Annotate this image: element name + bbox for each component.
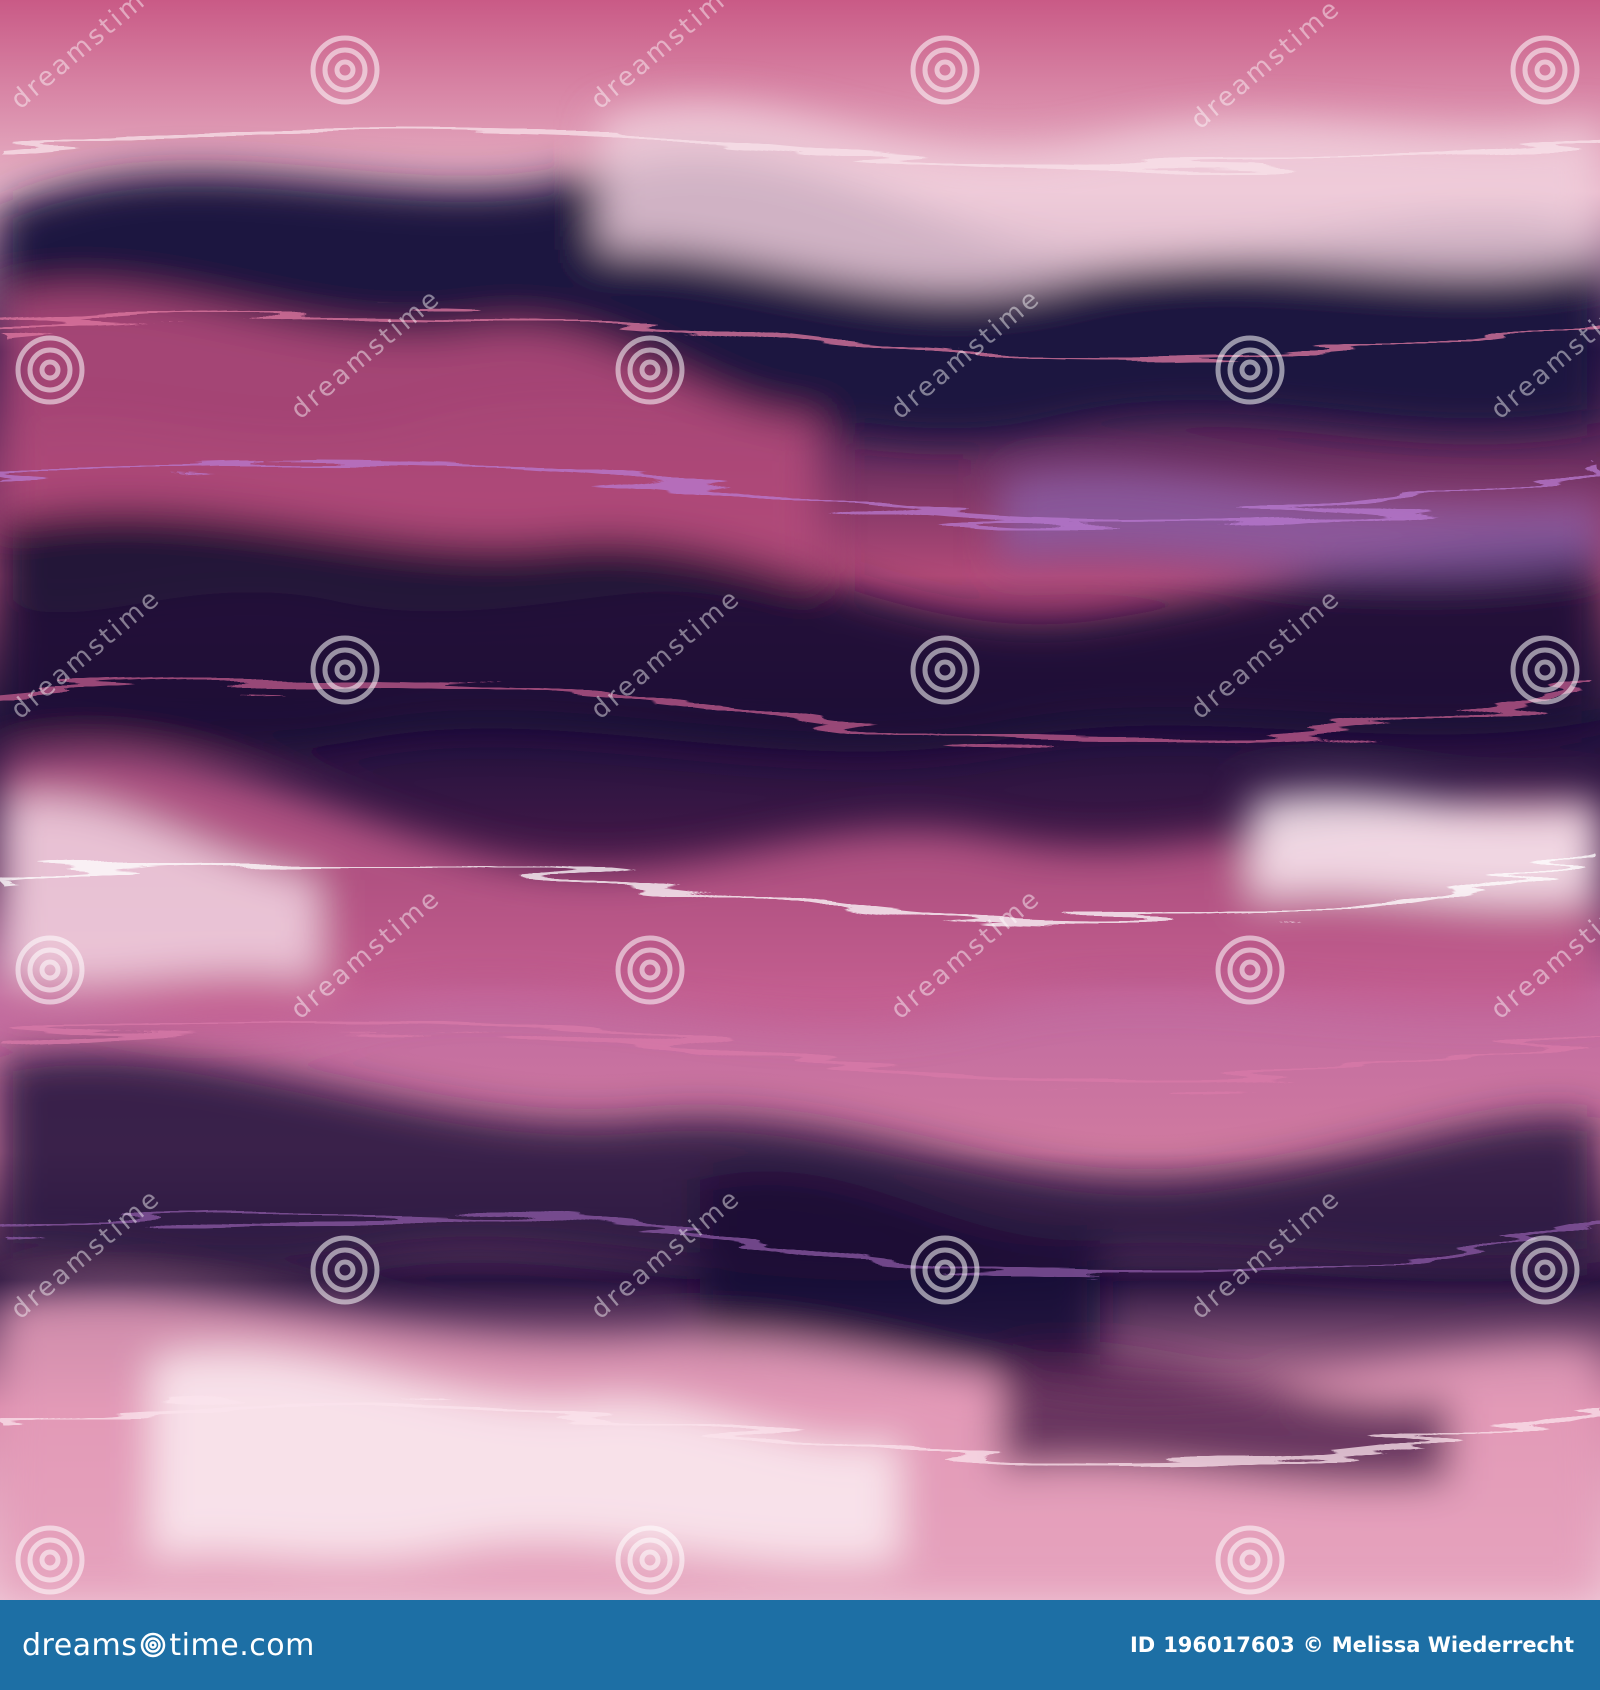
id-label: ID (1129, 1633, 1156, 1657)
image-credit: ID 196017603 © Melissa Wiederrecht (1130, 1633, 1574, 1657)
author-name: Melissa Wiederrecht (1331, 1633, 1574, 1657)
logo-prefix: dreams (22, 1627, 138, 1663)
site-logo[interactable]: dreams time.com (22, 1628, 315, 1663)
footer-bar: dreams time.com ID 196017603 © Melissa W… (0, 1600, 1600, 1690)
copyright-symbol: © (1302, 1633, 1324, 1657)
id-value: 196017603 (1163, 1633, 1295, 1657)
logo-suffix: time.com (169, 1627, 315, 1663)
spiral-icon (141, 1632, 166, 1658)
stock-image-view: dreamstime dreamstime dreamstime dreamst… (0, 0, 1600, 1690)
abstract-wave-artwork (0, 0, 1600, 1600)
